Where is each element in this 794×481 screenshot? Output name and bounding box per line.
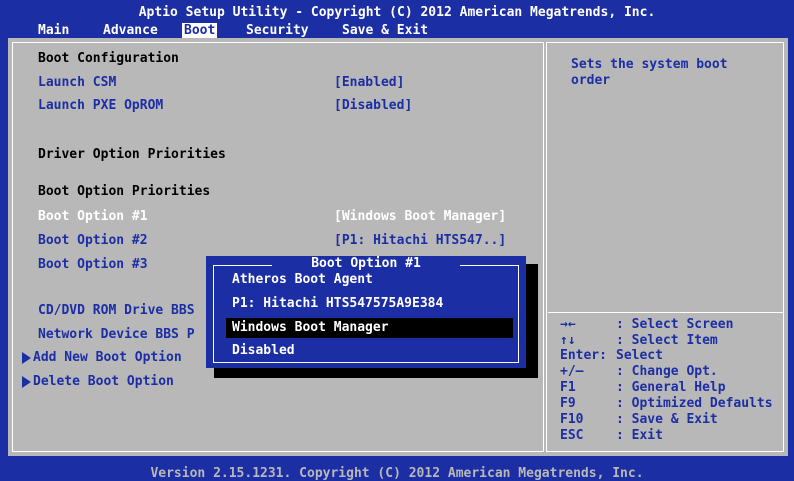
key-hint-enter: Enter: Select (560, 348, 663, 363)
boot-configuration-heading: Boot Configuration (38, 51, 179, 66)
app-title: Aptio Setup Utility - Copyright (C) 2012… (138, 5, 656, 20)
key-hint-exit: ESC: Exit (560, 428, 663, 443)
boot-option-2-label[interactable]: Boot Option #2 (38, 233, 148, 248)
cd-dvd-bbs-label[interactable]: CD/DVD ROM Drive BBS (38, 303, 195, 318)
help-text-line-1: Sets the system boot (571, 57, 728, 72)
boot-option-1-label[interactable]: Boot Option #1 (38, 209, 148, 224)
add-new-boot-option[interactable]: Add New Boot Option (22, 350, 182, 365)
launch-csm-value[interactable]: [Enabled] (334, 75, 404, 90)
network-device-bbs-label[interactable]: Network Device BBS P (38, 327, 195, 342)
help-text-line-2: order (571, 73, 611, 88)
tab-boot[interactable]: Boot (182, 23, 218, 38)
launch-pxe-label[interactable]: Launch PXE OpROM (38, 98, 163, 113)
key-hint-select-item: ↑↓: Select Item (560, 333, 718, 348)
panel-divider (543, 42, 547, 452)
key-hint-select-screen: →←: Select Screen (560, 317, 734, 332)
key-hint-save-exit: F10: Save & Exit (560, 412, 718, 427)
submenu-arrow-icon (22, 375, 31, 388)
tab-main[interactable]: Main (38, 23, 69, 38)
popup-option-atheros[interactable]: Atheros Boot Agent (226, 270, 513, 290)
add-new-boot-option-label: Add New Boot Option (33, 350, 182, 365)
tab-save-exit[interactable]: Save & Exit (342, 23, 428, 38)
boot-option-priorities-heading: Boot Option Priorities (38, 184, 211, 199)
delete-boot-option-label: Delete Boot Option (33, 374, 174, 389)
popup-option-windows-boot-manager[interactable]: Windows Boot Manager (226, 318, 513, 338)
key-hint-change-opt: +/—: Change Opt. (560, 364, 718, 379)
boot-option-3-label[interactable]: Boot Option #3 (38, 257, 148, 272)
boot-option-1-value[interactable]: [Windows Boot Manager] (334, 209, 506, 224)
help-separator (548, 312, 784, 313)
key-hint-optimized-defaults: F9: Optimized Defaults (560, 396, 773, 411)
tab-advance[interactable]: Advance (103, 23, 158, 38)
driver-option-priorities-heading: Driver Option Priorities (38, 147, 226, 162)
submenu-arrow-icon (22, 351, 31, 364)
launch-pxe-value[interactable]: [Disabled] (334, 98, 412, 113)
delete-boot-option[interactable]: Delete Boot Option (22, 374, 174, 389)
boot-option-2-value[interactable]: [P1: Hitachi HTS547..] (334, 233, 506, 248)
launch-csm-label[interactable]: Launch CSM (38, 75, 116, 90)
key-hint-general-help: F1: General Help (560, 380, 726, 395)
popup-option-disabled[interactable]: Disabled (226, 341, 513, 361)
footer-version: Version 2.15.1231. Copyright (C) 2012 Am… (150, 466, 644, 481)
tab-security[interactable]: Security (246, 23, 309, 38)
popup-option-hitachi[interactable]: P1: Hitachi HTS547575A9E384 (226, 294, 513, 314)
